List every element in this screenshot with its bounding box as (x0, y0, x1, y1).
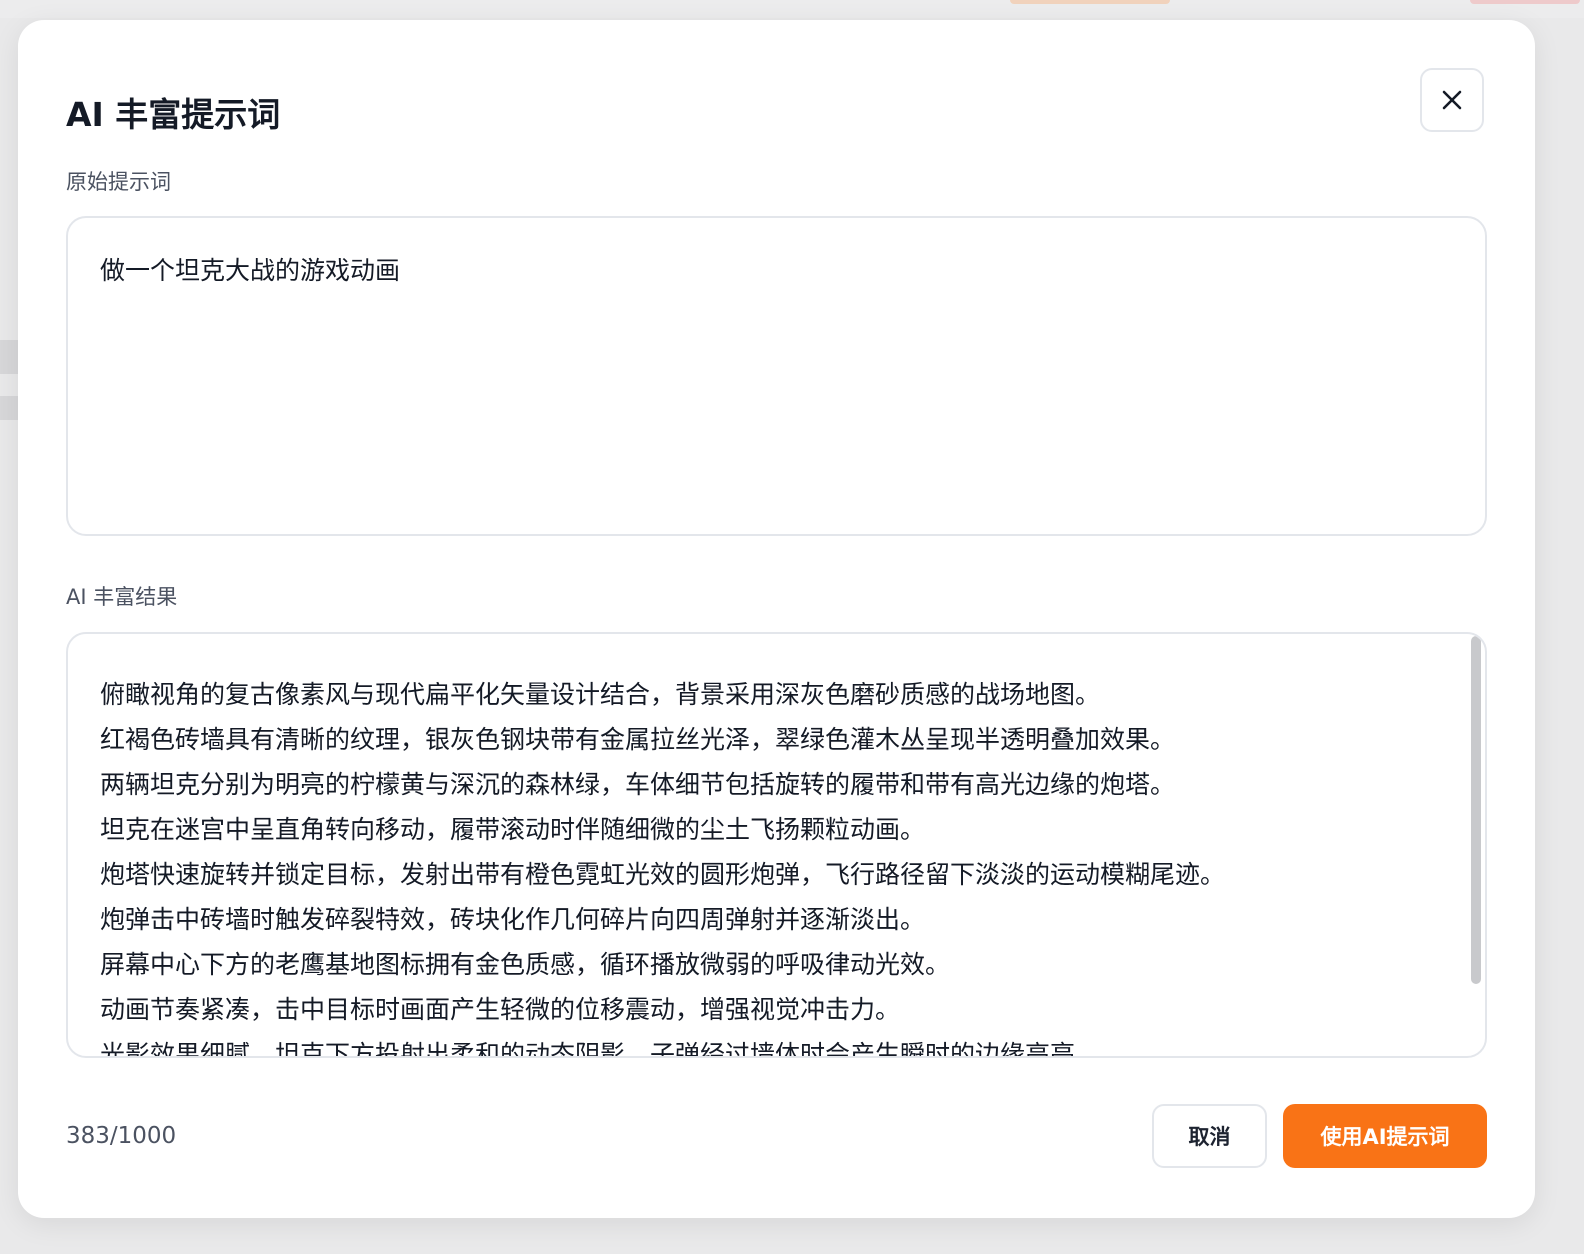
backdrop-edge (0, 396, 18, 420)
use-ai-prompt-button[interactable]: 使用AI提示词 (1283, 1104, 1487, 1168)
backdrop-accent (1470, 0, 1580, 4)
close-button[interactable] (1420, 68, 1484, 132)
character-count: 383/1000 (66, 1123, 177, 1149)
backdrop-accent (1010, 0, 1170, 4)
ai-result-label: AI 丰富结果 (66, 585, 178, 609)
ai-result-text: 俯瞰视角的复古像素风与现代扁平化矢量设计结合，背景采用深灰色磨砂质感的战场地图。… (100, 672, 1445, 1058)
original-prompt-label: 原始提示词 (66, 170, 171, 194)
enrich-prompt-dialog: AI 丰富提示词 原始提示词 做一个坦克大战的游戏动画 AI 丰富结果 俯瞰视角… (18, 20, 1535, 1218)
original-prompt-text: 做一个坦克大战的游戏动画 (100, 256, 401, 285)
result-line: 俯瞰视角的复古像素风与现代扁平化矢量设计结合，背景采用深灰色磨砂质感的战场地图。 (100, 680, 1101, 709)
backdrop (0, 0, 1584, 18)
original-prompt-textarea[interactable]: 做一个坦克大战的游戏动画 (66, 216, 1487, 536)
ai-result-textarea[interactable]: 俯瞰视角的复古像素风与现代扁平化矢量设计结合，背景采用深灰色磨砂质感的战场地图。… (66, 632, 1487, 1058)
result-line: 两辆坦克分别为明亮的柠檬黄与深沉的森林绿，车体细节包括旋转的履带和带有高光边缘的… (100, 770, 1176, 799)
result-scrollbar[interactable] (1469, 636, 1483, 1054)
result-line: 红褐色砖墙具有清晰的纹理，银灰色钢块带有金属拉丝光泽，翠绿色灌木丛呈现半透明叠加… (100, 725, 1176, 754)
result-line: 坦克在迷宫中呈直角转向移动，履带滚动时伴随细微的尘土飞扬颗粒动画。 (100, 815, 926, 844)
result-line: 炮塔快速旋转并锁定目标，发射出带有橙色霓虹光效的圆形炮弹，飞行路径留下淡淡的运动… (100, 860, 1226, 889)
result-line: 动画节奏紧凑，击中目标时画面产生轻微的位移震动，增强视觉冲击力。 (100, 995, 901, 1024)
close-icon (1442, 90, 1462, 110)
cancel-button[interactable]: 取消 (1152, 1104, 1267, 1168)
result-line: 屏幕中心下方的老鹰基地图标拥有金色质感，循环播放微弱的呼吸律动光效。 (100, 950, 951, 979)
scrollbar-thumb[interactable] (1471, 636, 1481, 984)
backdrop-edge (0, 340, 18, 374)
result-line: 光影效果细腻，坦克下方投射出柔和的动态阴影，子弹经过墙体时会产生瞬时的边缘高亮。 (100, 1040, 1101, 1058)
dialog-title: AI 丰富提示词 (66, 95, 281, 134)
result-line: 炮弹击中砖墙时触发碎裂特效，砖块化作几何碎片向四周弹射并逐渐淡出。 (100, 905, 926, 934)
